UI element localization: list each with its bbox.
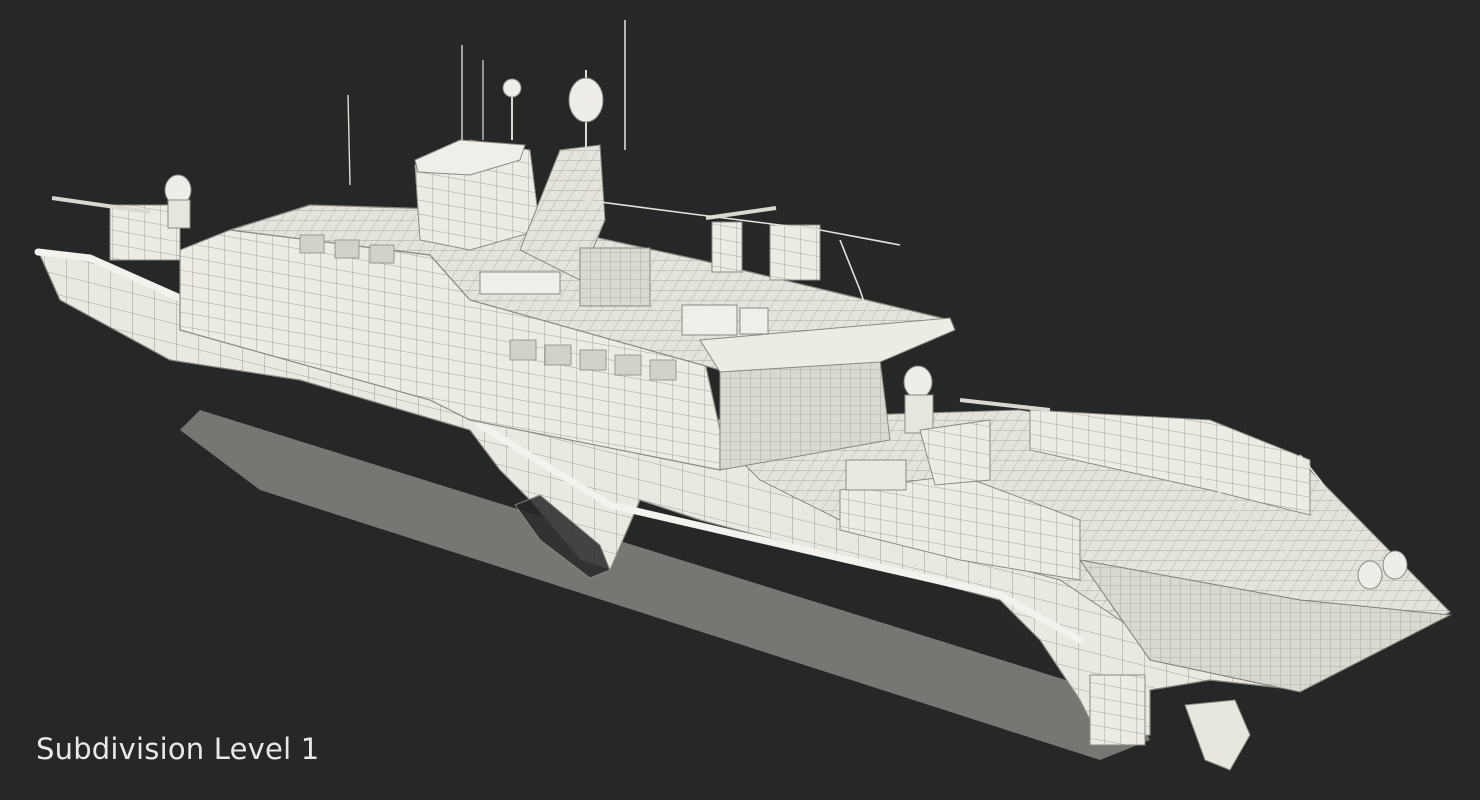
bow-gun-mount [51,174,192,261]
radar-dome [568,77,604,123]
render-viewport: Subdivision Level 1 [0,0,1480,800]
caption-label: Subdivision Level 1 [36,732,320,766]
boat-wireframe-render [34,20,1452,771]
